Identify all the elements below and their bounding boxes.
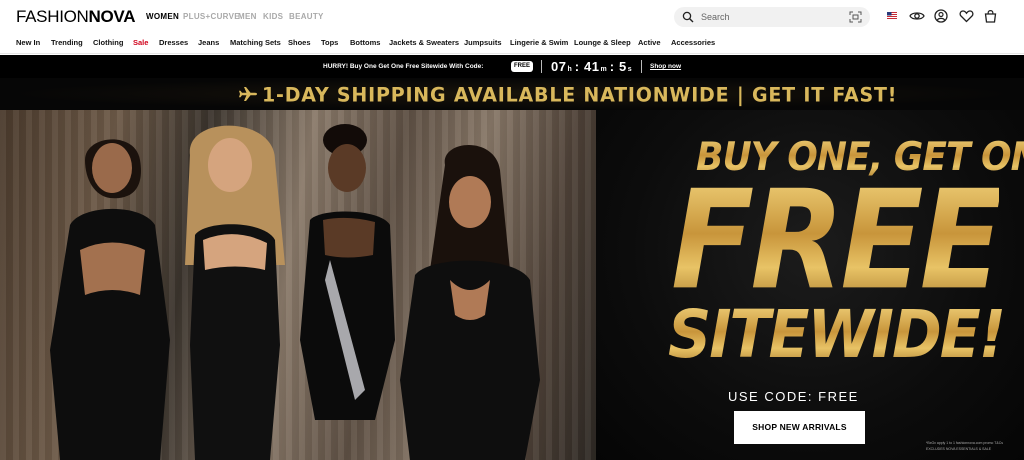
nav-shoes[interactable]: Shoes	[288, 38, 311, 47]
promo-code-text: USE CODE: FREE	[728, 389, 859, 404]
nav-beauty[interactable]: BEAUTY	[289, 12, 324, 21]
top-header: FASHIONNOVA WOMEN PLUS+CURVE MEN KIDS BE…	[0, 0, 1024, 34]
fine-print: *BxGx apply 1 to 1 fashionnova.com promo…	[926, 441, 1003, 445]
nav-trending[interactable]: Trending	[51, 38, 83, 47]
promo-bar: HURRY! Buy One Get One Free Sitewide Wit…	[0, 55, 1024, 78]
fine-print: EXCLUDES NOVA ESSENTIALS & SALE	[926, 447, 992, 451]
timer-minutes-unit: m	[600, 66, 607, 73]
timer-hours: 07	[551, 59, 567, 74]
us-flag-icon[interactable]	[887, 12, 897, 19]
nav-bottoms[interactable]: Bottoms	[350, 38, 380, 47]
category-nav: New In Trending Clothing Sale Dresses Je…	[0, 34, 1024, 54]
timer-seconds: 5	[619, 59, 627, 74]
promo-text: HURRY! Buy One Get One Free Sitewide Wit…	[323, 63, 484, 70]
divider	[541, 60, 542, 73]
shipping-text: 1-DAY SHIPPING AVAILABLE NATIONWIDE | GE…	[262, 83, 898, 107]
airplane-icon	[239, 87, 257, 101]
nav-new-in[interactable]: New In	[16, 38, 40, 47]
nav-tops[interactable]: Tops	[321, 38, 338, 47]
nav-matching-sets[interactable]: Matching Sets	[230, 38, 281, 47]
nav-jeans[interactable]: Jeans	[198, 38, 219, 47]
offer-line-2: FREE	[671, 160, 1003, 320]
nav-lounge-sleep[interactable]: Lounge & Sleep	[574, 38, 631, 47]
account-icon[interactable]	[934, 9, 948, 23]
nav-women[interactable]: WOMEN	[146, 12, 179, 21]
nav-jumpsuits[interactable]: Jumpsuits	[464, 38, 502, 47]
nav-kids[interactable]: KIDS	[263, 12, 283, 21]
search-icon	[682, 11, 694, 23]
divider	[641, 60, 642, 73]
nav-men[interactable]: MEN	[238, 12, 257, 21]
timer-seconds-unit: s	[627, 66, 632, 73]
fashionnova-logo[interactable]: FASHIONNOVA	[16, 7, 135, 27]
nav-dresses[interactable]: Dresses	[159, 38, 188, 47]
hero-offer-panel[interactable]: BUY ONE, GET ONE FREE SITEWIDE! USE CODE…	[596, 110, 1024, 460]
offer-line-3: SITEWIDE!	[668, 296, 1006, 374]
nav-accessories[interactable]: Accessories	[671, 38, 715, 47]
visual-search-icon[interactable]	[849, 11, 862, 23]
hero-models-image[interactable]	[0, 110, 596, 460]
heart-icon[interactable]	[959, 9, 974, 23]
nav-lingerie-swim[interactable]: Lingerie & Swim	[510, 38, 568, 47]
search-bar[interactable]: Search	[674, 7, 870, 27]
eye-icon[interactable]	[909, 9, 925, 23]
nav-clothing[interactable]: Clothing	[93, 38, 123, 47]
search-input[interactable]: Search	[701, 12, 730, 22]
timer-hours-unit: h	[567, 66, 572, 73]
nav-sale[interactable]: Sale	[133, 38, 148, 47]
countdown-timer: 07h: 41m: 5s	[551, 59, 632, 74]
promo-code-badge: FREE	[511, 61, 533, 72]
shop-new-arrivals-button[interactable]: SHOP NEW ARRIVALS	[734, 411, 865, 444]
bag-icon[interactable]	[984, 9, 997, 23]
timer-minutes: 41	[584, 59, 600, 74]
model-figure	[400, 145, 540, 460]
shipping-banner[interactable]: 1-DAY SHIPPING AVAILABLE NATIONWIDE | GE…	[0, 78, 1024, 110]
nav-plus-curve[interactable]: PLUS+CURVE	[183, 12, 240, 21]
nav-jackets-sweaters[interactable]: Jackets & Sweaters	[389, 38, 459, 47]
nav-active[interactable]: Active	[638, 38, 661, 47]
shop-now-link[interactable]: Shop now	[650, 63, 681, 70]
